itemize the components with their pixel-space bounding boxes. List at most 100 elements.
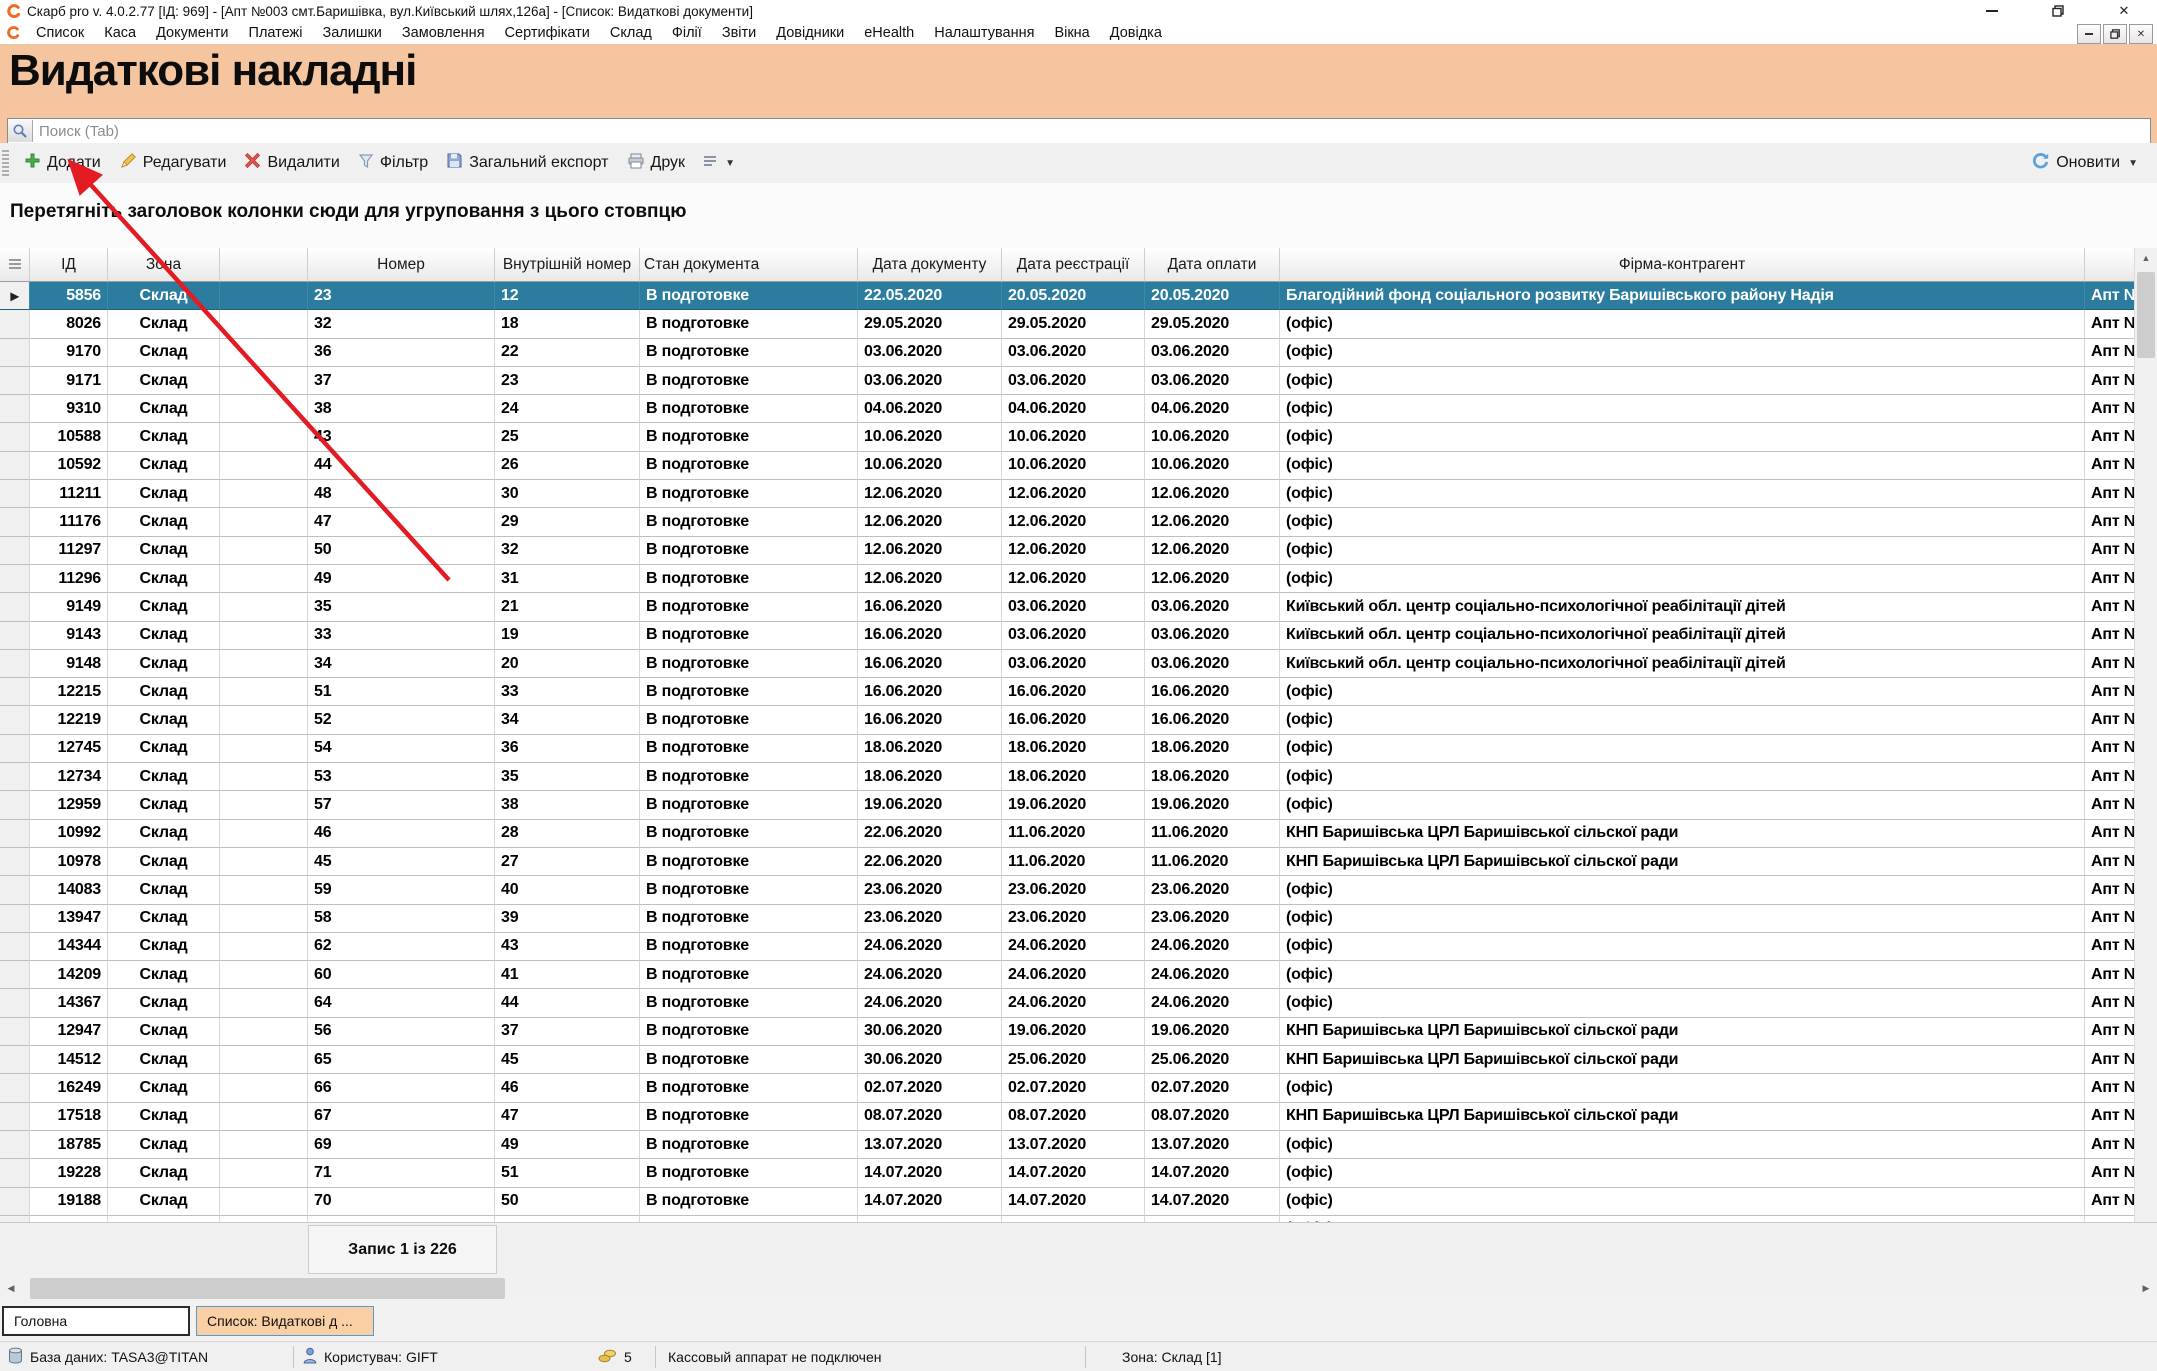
column-header[interactable] [2085, 248, 2135, 282]
view-options-button[interactable]: ▼ [694, 150, 744, 176]
table-cell: (офіс) [1280, 537, 2085, 565]
menu-item-10[interactable]: Звіти [712, 25, 766, 41]
column-chooser-button[interactable] [0, 248, 30, 282]
table-cell: 51 [495, 1159, 640, 1187]
close-button[interactable]: ✕ [2091, 0, 2157, 22]
table-row[interactable]: 19188Склад7050В подготовке14.07.202014.0… [0, 1188, 2135, 1216]
column-header[interactable]: Дата реєстрації [1002, 248, 1145, 282]
table-cell: 14.07.2020 [1002, 1159, 1145, 1187]
menu-item-2[interactable]: Каса [94, 25, 146, 41]
table-row[interactable]: 14367Склад6444В подготовке24.06.202024.0… [0, 989, 2135, 1017]
filter-button[interactable]: Фільтр [349, 149, 437, 178]
table-cell: 11.06.2020 [1002, 848, 1145, 876]
column-header[interactable]: Зона [108, 248, 220, 282]
tab-home[interactable]: Головна [2, 1306, 190, 1336]
table-row[interactable]: 10978Склад4527В подготовке22.06.202011.0… [0, 848, 2135, 876]
table-row[interactable]: 11297Склад5032В подготовке12.06.202012.0… [0, 537, 2135, 565]
table-cell: Склад [108, 1018, 220, 1046]
table-row[interactable]: 13947Склад5839В подготовке23.06.202023.0… [0, 905, 2135, 933]
tab-document-list[interactable]: Список: Видаткові д ... [196, 1306, 374, 1336]
table-row[interactable]: 12959Склад5738В подготовке19.06.202019.0… [0, 791, 2135, 819]
menu-item-3[interactable]: Документи [146, 25, 238, 41]
scroll-right-icon[interactable]: ▶ [2135, 1275, 2157, 1302]
vertical-scroll-thumb[interactable] [2137, 272, 2155, 358]
table-row[interactable]: 12947Склад5637В подготовке30.06.202019.0… [0, 1018, 2135, 1046]
print-button[interactable]: Друк [618, 149, 695, 178]
column-header[interactable]: Фірма-контрагент [1280, 248, 2085, 282]
table-row[interactable]: 11296Склад4931В подготовке12.06.202012.0… [0, 565, 2135, 593]
table-cell [0, 310, 30, 338]
refresh-button[interactable]: Оновити ▼ [2022, 147, 2147, 179]
table-row[interactable]: 10592Склад4426В подготовке10.06.202010.0… [0, 452, 2135, 480]
table-cell: 59 [308, 876, 495, 904]
menu-item-11[interactable]: Довідники [766, 25, 854, 41]
column-header[interactable]: Внутрішній номер [495, 248, 640, 282]
table-row[interactable]: 9171Склад3723В подготовке03.06.202003.06… [0, 367, 2135, 395]
menu-item-7[interactable]: Сертифікати [495, 25, 600, 41]
table-row[interactable]: 14209Склад6041В подготовке24.06.202024.0… [0, 961, 2135, 989]
menu-item-5[interactable]: Залишки [312, 25, 391, 41]
table-cell: В подготовке [640, 1159, 858, 1187]
mdi-minimize-button[interactable] [2077, 24, 2101, 44]
table-row[interactable]: 14083Склад5940В подготовке23.06.202023.0… [0, 876, 2135, 904]
menu-item-6[interactable]: Замовлення [392, 25, 495, 41]
mdi-close-button[interactable]: ✕ [2129, 24, 2153, 44]
table-row[interactable]: 10992Склад4628В подготовке22.06.202011.0… [0, 820, 2135, 848]
table-cell [220, 310, 308, 338]
delete-button[interactable]: Видалити [235, 148, 348, 178]
column-header[interactable]: Дата документу [858, 248, 1002, 282]
vertical-scrollbar[interactable]: ▲ ▼ [2134, 248, 2157, 1275]
maximize-button[interactable] [2025, 0, 2091, 22]
table-cell: В подготовке [640, 961, 858, 989]
table-cell: 29 [495, 508, 640, 536]
table-cell: Апт №0 [2085, 339, 2135, 367]
column-header[interactable]: ІД [30, 248, 108, 282]
group-by-panel[interactable]: Перетягніть заголовок колонки сюди для у… [0, 183, 2157, 248]
table-cell: Київський обл. центр соціально-психологі… [1280, 650, 2085, 678]
table-row[interactable]: 12215Склад5133В подготовке16.06.202016.0… [0, 678, 2135, 706]
search-icon[interactable] [8, 120, 33, 142]
table-row[interactable]: 8026Склад3218В подготовке29.05.202029.05… [0, 310, 2135, 338]
minimize-button[interactable] [1959, 0, 2025, 22]
column-header[interactable]: Дата оплати [1145, 248, 1280, 282]
table-row[interactable]: 14344Склад6243В подготовке24.06.202024.0… [0, 933, 2135, 961]
menu-item-1[interactable]: Список [26, 25, 94, 41]
table-row[interactable]: 17518Склад6747В подготовке08.07.202008.0… [0, 1103, 2135, 1131]
table-row[interactable]: 12734Склад5335В подготовке18.06.202018.0… [0, 763, 2135, 791]
menu-item-14[interactable]: Вікна [1044, 25, 1099, 41]
table-row[interactable]: 18785Склад6949В подготовке13.07.202013.0… [0, 1131, 2135, 1159]
table-row[interactable]: 9170Склад3622В подготовке03.06.202003.06… [0, 339, 2135, 367]
table-row[interactable]: 9148Склад3420В подготовке16.06.202003.06… [0, 650, 2135, 678]
export-button[interactable]: Загальний експорт [437, 148, 617, 178]
scroll-left-icon[interactable]: ◀ [0, 1275, 22, 1302]
horizontal-scrollbar[interactable]: ◀ ▶ [0, 1275, 2157, 1302]
table-row[interactable]: 9310Склад3824В подготовке04.06.202004.06… [0, 395, 2135, 423]
edit-button[interactable]: Редагувати [110, 148, 236, 179]
menu-item-9[interactable]: Філії [662, 25, 712, 41]
scroll-up-icon[interactable]: ▲ [2135, 248, 2157, 268]
horizontal-scroll-thumb[interactable] [30, 1278, 505, 1299]
table-row[interactable]: ▸5856Склад2312В подготовке22.05.202020.0… [0, 282, 2135, 310]
menu-item-15[interactable]: Довідка [1100, 25, 1172, 41]
menu-item-12[interactable]: eHealth [854, 25, 924, 41]
table-row[interactable]: 9149Склад3521В подготовке16.06.202003.06… [0, 593, 2135, 621]
table-row[interactable]: 12219Склад5234В подготовке16.06.202016.0… [0, 706, 2135, 734]
table-row[interactable]: 19228Склад7151В подготовке14.07.202014.0… [0, 1159, 2135, 1187]
table-cell: В подготовке [640, 1188, 858, 1216]
table-row[interactable]: 10588Склад4325В подготовке10.06.202010.0… [0, 423, 2135, 451]
add-button[interactable]: Додати [15, 148, 110, 178]
table-row[interactable]: 9143Склад3319В подготовке16.06.202003.06… [0, 622, 2135, 650]
menu-item-13[interactable]: Налаштування [924, 25, 1044, 41]
table-row[interactable]: 12745Склад5436В подготовке18.06.202018.0… [0, 735, 2135, 763]
table-row[interactable]: 11176Склад4729В подготовке12.06.202012.0… [0, 508, 2135, 536]
table-row[interactable]: 11211Склад4830В подготовке12.06.202012.0… [0, 480, 2135, 508]
column-header[interactable]: Стан документа [640, 248, 858, 282]
mdi-restore-button[interactable] [2103, 24, 2127, 44]
column-header[interactable]: Номер [308, 248, 495, 282]
table-row[interactable]: 14512Склад6545В подготовке30.06.202025.0… [0, 1046, 2135, 1074]
table-row[interactable]: 16249Склад6646В подготовке02.07.202002.0… [0, 1074, 2135, 1102]
column-header[interactable] [220, 248, 308, 282]
search-input[interactable] [33, 123, 2150, 140]
menu-item-4[interactable]: Платежі [239, 25, 313, 41]
menu-item-8[interactable]: Склад [600, 25, 662, 41]
